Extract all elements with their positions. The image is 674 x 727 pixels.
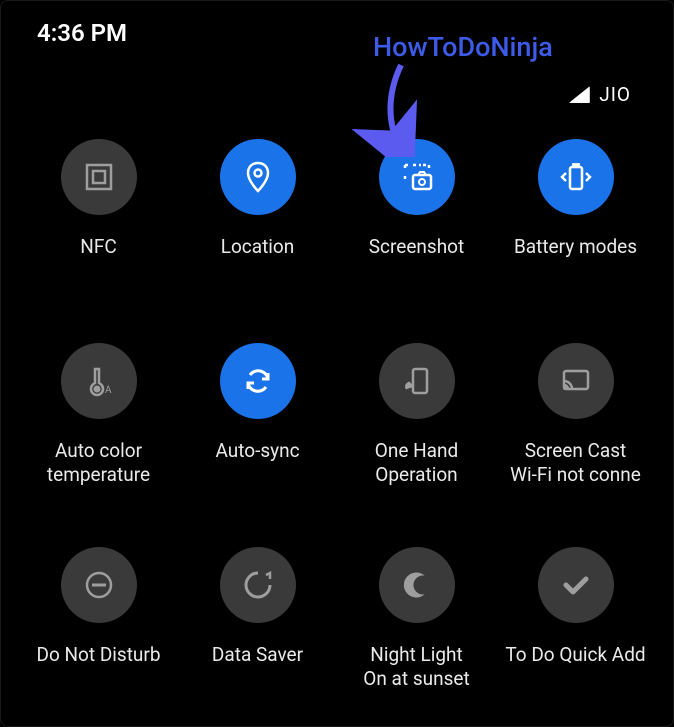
screen-cast-icon: [538, 343, 614, 419]
tile-screenshot[interactable]: Screenshot: [337, 139, 496, 283]
tile-label: Night LightOn at sunset: [359, 643, 473, 691]
tile-auto-sync[interactable]: Auto-sync: [178, 343, 337, 487]
tile-label: To Do Quick Add: [501, 643, 649, 691]
tile-label: Battery modes: [510, 235, 641, 283]
carrier-label: JIO: [599, 83, 631, 106]
tile-screen-cast[interactable]: Screen CastWi-Fi not conne: [496, 343, 655, 487]
location-icon: [220, 139, 296, 215]
tile-label: One Hand Operation: [337, 439, 496, 487]
tile-nfc[interactable]: NFC: [19, 139, 178, 283]
screenshot-icon: [379, 139, 455, 215]
night-light-icon: [379, 547, 455, 623]
tile-auto-color-temp[interactable]: A Auto color temperature: [19, 343, 178, 487]
watermark-text: HowToDoNinja: [373, 31, 553, 63]
tile-dnd[interactable]: Do Not Disturb: [19, 547, 178, 691]
auto-color-temp-icon: A: [61, 343, 137, 419]
tile-label: Auto color temperature: [19, 439, 178, 487]
status-right: JIO: [569, 83, 631, 106]
tile-data-saver[interactable]: Data Saver: [178, 547, 337, 691]
tile-label: Auto-sync: [211, 439, 303, 487]
tile-label: Screenshot: [365, 235, 468, 283]
dnd-icon: [61, 547, 137, 623]
status-bar: 4:36 PM: [1, 19, 673, 47]
tile-label: Do Not Disturb: [32, 643, 164, 691]
nfc-icon: [61, 139, 137, 215]
quick-settings-grid: NFC Location Screenshot Battery modes A …: [1, 139, 673, 691]
one-hand-icon: [379, 343, 455, 419]
tile-label: Data Saver: [208, 643, 307, 691]
tile-label: Screen CastWi-Fi not conne: [506, 439, 645, 487]
signal-icon: [569, 86, 591, 104]
tile-label: NFC: [76, 235, 120, 283]
data-saver-icon: [220, 547, 296, 623]
tile-one-hand[interactable]: One Hand Operation: [337, 343, 496, 487]
tile-location[interactable]: Location: [178, 139, 337, 283]
battery-modes-icon: [538, 139, 614, 215]
status-time: 4:36 PM: [37, 19, 127, 47]
auto-sync-icon: [220, 343, 296, 419]
tile-battery-modes[interactable]: Battery modes: [496, 139, 655, 283]
tile-night-light[interactable]: Night LightOn at sunset: [337, 547, 496, 691]
tile-label: Location: [217, 235, 299, 283]
tile-todo-quick-add[interactable]: To Do Quick Add: [496, 547, 655, 691]
svg-text:A: A: [105, 385, 112, 396]
todo-icon: [538, 547, 614, 623]
